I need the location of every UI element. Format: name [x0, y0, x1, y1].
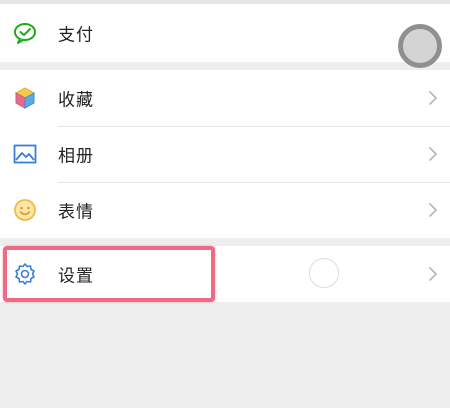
- menu-item-stickers[interactable]: 表情: [0, 182, 450, 238]
- menu-item-label: 相册: [58, 146, 94, 167]
- touch-indicator: [398, 24, 442, 68]
- emoji-smile-icon: [12, 197, 38, 223]
- menu-item-pay[interactable]: 支付: [0, 5, 450, 61]
- wechat-me-screen: 支付 收藏 相册 表情 设置: [0, 0, 450, 408]
- menu-item-label: 支付: [58, 25, 94, 46]
- chevron-right-icon: [429, 203, 437, 217]
- settings-highlight-annotation: [3, 246, 215, 302]
- album-picture-icon: [12, 141, 38, 167]
- menu-item-label: 收藏: [58, 90, 94, 111]
- chevron-right-icon: [429, 91, 437, 105]
- chevron-right-icon: [429, 267, 437, 281]
- touch-indicator-faint: [309, 258, 339, 288]
- favorites-cube-icon: [12, 85, 38, 111]
- chevron-right-icon: [429, 147, 437, 161]
- menu-item-label: 表情: [58, 202, 94, 223]
- pay-group: 支付: [0, 4, 450, 62]
- wechat-pay-icon: [12, 20, 38, 46]
- menu-item-album[interactable]: 相册: [0, 126, 450, 182]
- menu-item-favorites[interactable]: 收藏: [0, 70, 450, 126]
- main-menu-group: 收藏 相册 表情: [0, 70, 450, 238]
